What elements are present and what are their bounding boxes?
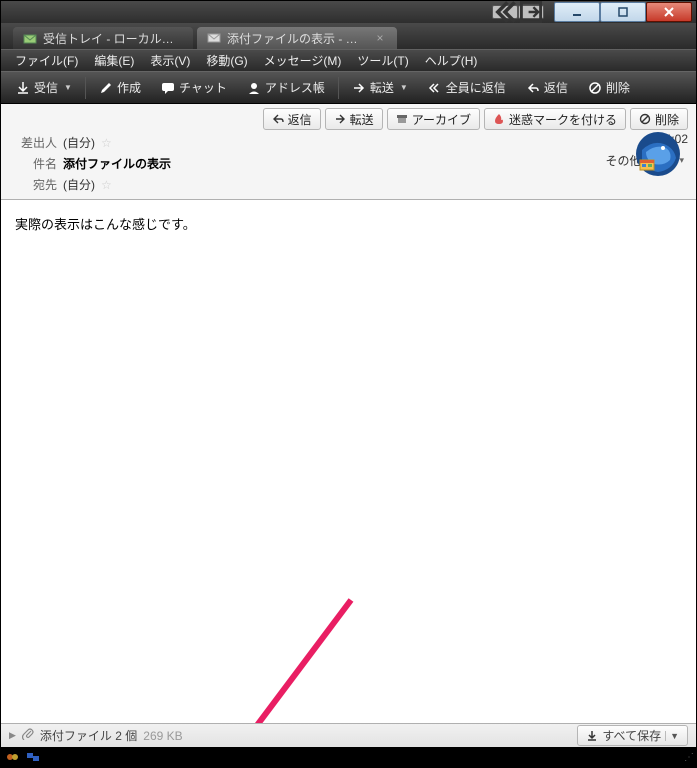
archive-icon (396, 113, 408, 125)
menu-bar: ファイル(F) 編集(E) 表示(V) 移動(G) メッセージ(M) ツール(T… (1, 49, 696, 71)
message-header: 返信 転送 アーカイブ 迷惑マークを付ける 削除 差出人 (自分) ☆ 件名 添… (1, 104, 696, 200)
separator (85, 77, 86, 99)
dropdown-icon[interactable]: ▼ (665, 731, 679, 741)
paperclip-icon (22, 728, 34, 743)
dropdown-icon: ▼ (400, 83, 408, 92)
tab-bar: 受信トレイ - ローカルフォ... 添付ファイルの表示 - 受... × (1, 23, 696, 49)
from-value[interactable]: (自分) (63, 134, 95, 151)
save-icon (586, 730, 598, 742)
separator (338, 77, 339, 99)
main-toolbar: 受信▼ 作成 チャット アドレス帳 転送▼ 全員に返信 返信 削除 (1, 71, 696, 104)
title-button-left[interactable] (492, 5, 518, 19)
from-row: 差出人 (自分) ☆ (11, 134, 568, 151)
attachment-bar: ▶ 添付ファイル 2 個 269 KB すべて保存 ▼ (1, 723, 696, 747)
address-button[interactable]: アドレス帳 (238, 75, 334, 100)
subject-label: 件名 (11, 155, 57, 172)
title-button-right[interactable] (518, 5, 544, 19)
menu-file[interactable]: ファイル(F) (9, 50, 84, 71)
status-network-icon[interactable] (25, 750, 41, 764)
dropdown-icon: ▼ (64, 83, 72, 92)
tab-close-icon[interactable]: × (373, 31, 387, 45)
hdr-junk-button[interactable]: 迷惑マークを付ける (484, 108, 626, 130)
delete-icon (639, 113, 651, 125)
to-value[interactable]: (自分) (63, 176, 95, 193)
star-icon[interactable]: ☆ (101, 136, 112, 150)
forward-button[interactable]: 転送▼ (343, 75, 417, 100)
chat-button[interactable]: チャット (152, 75, 236, 100)
os-titlebar (1, 1, 696, 23)
download-icon (16, 81, 30, 95)
delete-icon (588, 81, 602, 95)
status-activity-icon[interactable] (5, 750, 21, 764)
window-minimize[interactable] (554, 2, 600, 22)
to-label: 宛先 (11, 176, 57, 193)
inbox-icon (23, 31, 37, 45)
menu-help[interactable]: ヘルプ(H) (419, 50, 484, 71)
window-maximize[interactable] (600, 2, 646, 22)
thunderbird-logo-icon (634, 130, 682, 178)
reply-icon (272, 113, 284, 125)
tab-label: 受信トレイ - ローカルフォ... (43, 30, 183, 47)
status-bar: ⋰ (1, 747, 696, 767)
chat-icon (161, 81, 175, 95)
from-label: 差出人 (11, 134, 57, 151)
pencil-icon (99, 81, 113, 95)
tab-inbox[interactable]: 受信トレイ - ローカルフォ... (13, 27, 193, 49)
attachment-size: 269 KB (143, 729, 182, 743)
mail-icon (207, 31, 221, 45)
menu-view[interactable]: 表示(V) (144, 50, 196, 71)
hdr-reply-button[interactable]: 返信 (263, 108, 321, 130)
resize-grip[interactable]: ⋰ (684, 752, 692, 763)
window-controls (554, 2, 692, 22)
attachment-count[interactable]: 添付ファイル 2 個 (40, 727, 137, 744)
subject-value: 添付ファイルの表示 (63, 155, 171, 172)
menu-go[interactable]: 移動(G) (200, 50, 253, 71)
reply-button[interactable]: 返信 (517, 75, 577, 100)
reply-all-icon (428, 81, 442, 95)
hdr-delete-button[interactable]: 削除 (630, 108, 688, 130)
annotation-arrow (111, 580, 371, 723)
arrow-right-icon (334, 113, 346, 125)
message-body: 実際の表示はこんな感じです。 (1, 200, 696, 723)
menu-edit[interactable]: 編集(E) (88, 50, 140, 71)
star-icon[interactable]: ☆ (101, 178, 112, 192)
tab-message[interactable]: 添付ファイルの表示 - 受... × (197, 27, 397, 49)
arrow-right-icon (352, 81, 366, 95)
person-icon (247, 81, 261, 95)
header-actions: 返信 転送 アーカイブ 迷惑マークを付ける 削除 (11, 108, 688, 130)
delete-button[interactable]: 削除 (579, 75, 639, 100)
menu-message[interactable]: メッセージ(M) (258, 50, 348, 71)
save-all-button[interactable]: すべて保存 ▼ (577, 725, 688, 746)
hdr-archive-button[interactable]: アーカイブ (387, 108, 480, 130)
title-extra-buttons (492, 5, 544, 19)
expand-icon[interactable]: ▶ (9, 730, 16, 741)
menu-tools[interactable]: ツール(T) (351, 50, 414, 71)
window-close[interactable] (646, 2, 692, 22)
body-text: 実際の表示はこんな感じです。 (15, 214, 682, 233)
to-row: 宛先 (自分) ☆ (11, 176, 568, 193)
receive-button[interactable]: 受信▼ (7, 75, 81, 100)
compose-button[interactable]: 作成 (90, 75, 150, 100)
flame-icon (493, 113, 505, 125)
subject-row: 件名 添付ファイルの表示 (11, 155, 568, 172)
reply-all-button[interactable]: 全員に返信 (419, 75, 515, 100)
reply-icon (526, 81, 540, 95)
hdr-forward-button[interactable]: 転送 (325, 108, 383, 130)
tab-label: 添付ファイルの表示 - 受... (227, 30, 367, 47)
